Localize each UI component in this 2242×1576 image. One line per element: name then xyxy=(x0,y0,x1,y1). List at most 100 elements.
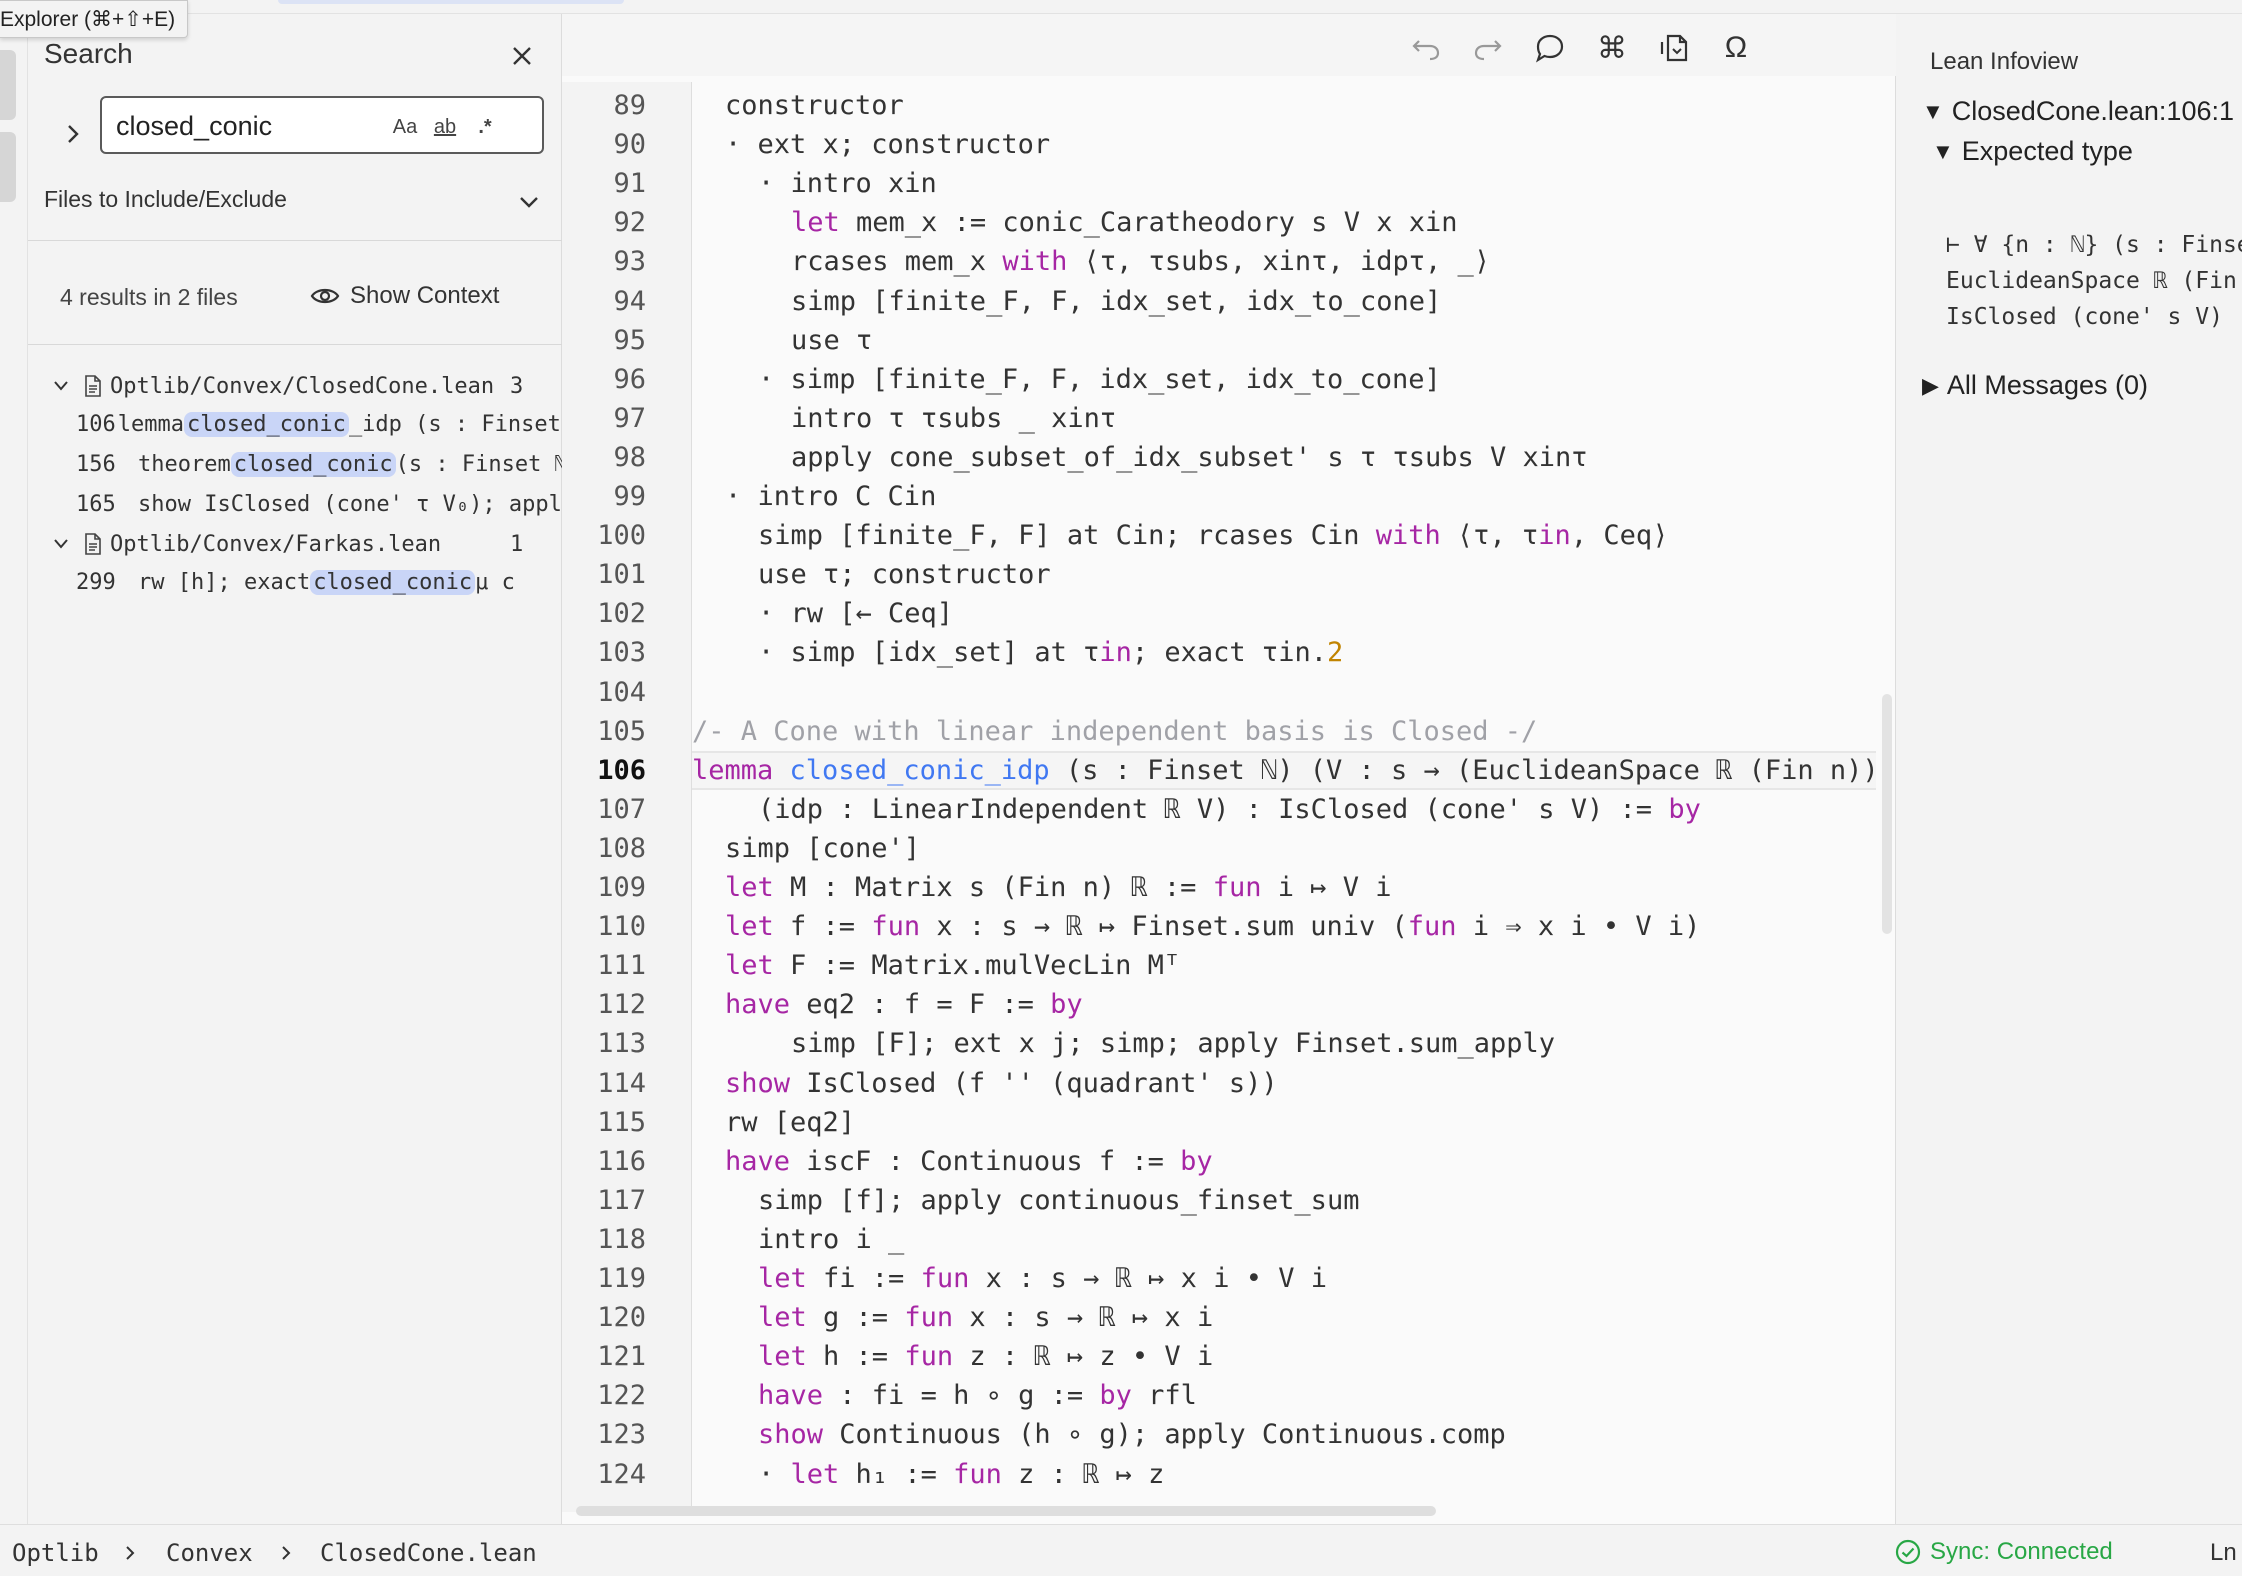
result-file-row[interactable]: Optlib/Convex/ClosedCone.lean 3 xyxy=(46,368,566,404)
line-number[interactable]: 113 xyxy=(562,1024,646,1063)
code-line[interactable]: let mem_x := conic_Caratheodory s V x xi… xyxy=(791,203,1876,242)
infoview-location-toggle[interactable]: ▼ ClosedCone.lean:106:1 xyxy=(1922,96,2234,127)
line-number[interactable]: 116 xyxy=(562,1142,646,1181)
line-number[interactable]: 109 xyxy=(562,868,646,907)
line-number[interactable]: 99 xyxy=(562,477,646,516)
code-line[interactable]: let f := fun x : s → ℝ ↦ Finset.sum univ… xyxy=(725,907,1876,946)
code-line[interactable]: · intro xin xyxy=(758,164,1876,203)
line-number[interactable]: 97 xyxy=(562,399,646,438)
line-number[interactable]: 124 xyxy=(562,1455,646,1494)
comment-icon[interactable] xyxy=(1530,28,1570,68)
line-number[interactable]: 93 xyxy=(562,242,646,281)
code-line[interactable]: use τ xyxy=(791,321,1876,360)
line-number[interactable]: 121 xyxy=(562,1337,646,1376)
line-number[interactable]: 92 xyxy=(562,203,646,242)
omega-icon[interactable]: Ω xyxy=(1716,28,1756,68)
search-input[interactable] xyxy=(116,106,376,146)
code-line[interactable]: /- A Cone with linear independent basis … xyxy=(692,712,1876,751)
code-line[interactable]: · let h₁ := fun z : ℝ ↦ z xyxy=(758,1455,1876,1494)
line-number[interactable]: 111 xyxy=(562,946,646,985)
line-number[interactable]: 114 xyxy=(562,1064,646,1103)
redo-icon[interactable] xyxy=(1468,28,1508,68)
code-line[interactable]: constructor xyxy=(725,86,1876,125)
result-file-row[interactable]: Optlib/Convex/Farkas.lean 1 xyxy=(46,526,566,562)
file-copy-icon[interactable] xyxy=(1654,28,1694,68)
search-result-line[interactable]: 165 show IsClosed (cone' τ V₀); apply xyxy=(48,486,588,522)
code-line[interactable]: let g := fun x : s → ℝ ↦ x i xyxy=(758,1298,1876,1337)
code-line[interactable]: use τ; constructor xyxy=(758,555,1876,594)
code-line[interactable]: rw [eq2] xyxy=(725,1103,1876,1142)
toggle-replace-chevron-icon[interactable] xyxy=(58,114,88,154)
sync-status[interactable]: Sync: Connected xyxy=(1894,1537,2113,1567)
code-line[interactable]: rcases mem_x with ⟨τ, τsubs, xinτ, idpτ,… xyxy=(791,242,1876,281)
line-number[interactable]: 91 xyxy=(562,164,646,203)
code-line[interactable]: let h := fun z : ℝ ↦ z • V i xyxy=(758,1337,1876,1376)
breadcrumb-item[interactable]: ClosedCone.lean xyxy=(320,1539,537,1567)
line-number[interactable]: 112 xyxy=(562,985,646,1024)
code-line[interactable]: let fi := fun x : s → ℝ ↦ x i • V i xyxy=(758,1259,1876,1298)
breadcrumb-item[interactable]: Optlib xyxy=(12,1539,99,1567)
line-number[interactable]: 115 xyxy=(562,1103,646,1142)
show-context-button[interactable]: Show Context xyxy=(310,278,499,314)
line-number[interactable]: 89 xyxy=(562,86,646,125)
code-line[interactable]: lemma closed_conic_idp (s : Finset ℕ) (V… xyxy=(692,751,1876,790)
breadcrumb-item[interactable]: Convex xyxy=(166,1539,253,1567)
line-number[interactable]: 98 xyxy=(562,438,646,477)
horizontal-scrollbar[interactable] xyxy=(576,1506,1436,1516)
code-line[interactable]: simp [finite_F, F] at Cin; rcases Cin wi… xyxy=(758,516,1876,555)
line-number[interactable]: 106 xyxy=(562,751,646,790)
code-line[interactable]: apply cone_subset_of_idx_subset' s τ τsu… xyxy=(791,438,1876,477)
line-number[interactable]: 122 xyxy=(562,1376,646,1415)
line-number[interactable]: 103 xyxy=(562,633,646,672)
line-number[interactable]: 104 xyxy=(562,673,646,712)
undo-icon[interactable] xyxy=(1406,28,1446,68)
line-number[interactable]: 107 xyxy=(562,790,646,829)
code-line[interactable]: have eq2 : f = F := by xyxy=(725,985,1876,1024)
search-result-line[interactable]: 156 theorem closed_conic (s : Finset ℕ) xyxy=(48,446,588,482)
code-line[interactable]: have : fi = h ∘ g := by rfl xyxy=(758,1376,1876,1415)
all-messages-toggle[interactable]: ▶ All Messages (0) xyxy=(1922,370,2148,401)
whole-word-icon[interactable]: ab xyxy=(428,110,462,144)
files-include-exclude-label[interactable]: Files to Include/Exclude xyxy=(44,186,287,213)
line-number[interactable]: 102 xyxy=(562,594,646,633)
line-number[interactable]: 110 xyxy=(562,907,646,946)
line-number[interactable]: 119 xyxy=(562,1259,646,1298)
code-line[interactable]: intro i _ xyxy=(758,1220,1876,1259)
line-number[interactable]: 120 xyxy=(562,1298,646,1337)
code-line[interactable]: simp [cone'] xyxy=(725,829,1876,868)
line-number[interactable]: 105 xyxy=(562,712,646,751)
search-input-box[interactable]: Aa ab .* xyxy=(100,96,544,154)
code-line[interactable]: · simp [idx_set] at τin; exact τin.2 xyxy=(758,633,1876,672)
code-area[interactable]: constructor · ext x; constructor · intro x… xyxy=(692,82,1876,1512)
line-number[interactable]: 100 xyxy=(562,516,646,555)
search-result-line[interactable]: 299 rw [h]; exact closed_conic μ c xyxy=(48,564,588,600)
line-number[interactable]: 96 xyxy=(562,360,646,399)
line-number[interactable]: 117 xyxy=(562,1181,646,1220)
cursor-position[interactable]: Ln xyxy=(2210,1539,2237,1567)
code-line[interactable]: intro τ τsubs _ xinτ xyxy=(791,399,1876,438)
search-result-line[interactable]: 106 lemma closed_conic _idp (s : Finset ℕ) xyxy=(48,406,588,442)
code-line[interactable]: let M : Matrix s (Fin n) ℝ := fun i ↦ V … xyxy=(725,868,1876,907)
chevron-down-icon[interactable] xyxy=(514,184,544,220)
code-line[interactable]: · simp [finite_F, F, idx_set, idx_to_con… xyxy=(758,360,1876,399)
match-case-icon[interactable]: Aa xyxy=(388,110,422,144)
active-tab-indicator[interactable] xyxy=(278,0,624,4)
code-line[interactable]: show IsClosed (f '' (quadrant' s)) xyxy=(725,1064,1876,1103)
code-line[interactable]: simp [F]; ext x j; simp; apply Finset.su… xyxy=(791,1024,1876,1063)
line-number[interactable]: 94 xyxy=(562,282,646,321)
code-line[interactable]: (idp : LinearIndependent ℝ V) : IsClosed… xyxy=(758,790,1876,829)
code-line[interactable]: simp [finite_F, F, idx_set, idx_to_cone] xyxy=(791,282,1876,321)
line-number[interactable]: 95 xyxy=(562,321,646,360)
line-number[interactable]: 118 xyxy=(562,1220,646,1259)
code-line[interactable]: let F := Matrix.mulVecLin Mᵀ xyxy=(725,946,1876,985)
code-line[interactable]: · ext x; constructor xyxy=(725,125,1876,164)
code-line[interactable]: · rw [← Ceq] xyxy=(758,594,1876,633)
activity-search-button[interactable] xyxy=(0,132,16,202)
code-line[interactable]: show Continuous (h ∘ g); apply Continuou… xyxy=(758,1415,1876,1454)
expected-type-toggle[interactable]: ▼ Expected type xyxy=(1932,136,2133,167)
regex-icon[interactable]: .* xyxy=(468,110,502,144)
code-line[interactable]: have iscF : Continuous f := by xyxy=(725,1142,1876,1181)
activity-explorer-button[interactable] xyxy=(0,50,16,120)
line-number[interactable]: 101 xyxy=(562,555,646,594)
close-icon[interactable] xyxy=(504,38,540,74)
